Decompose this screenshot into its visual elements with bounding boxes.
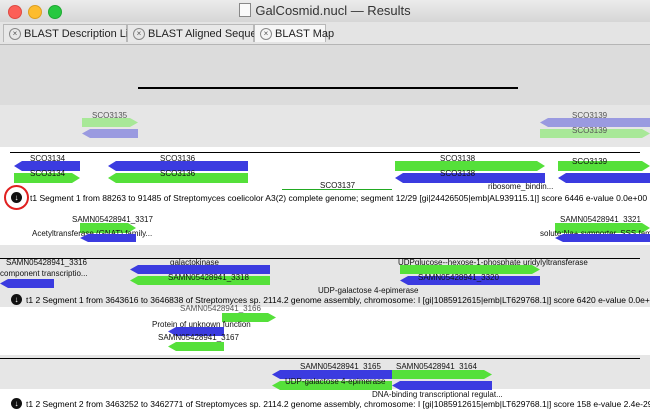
gene-label: SAMN05428941_3320: [418, 273, 499, 282]
gene-label: SCO3134: [30, 169, 66, 178]
window-title: GalCosmid.nucl — Results: [0, 3, 650, 18]
gene-arrow-forward[interactable]: [82, 118, 138, 127]
gene-arrow-reverse[interactable]: [392, 381, 492, 390]
close-tab-icon[interactable]: ×: [260, 28, 272, 40]
gene-arrow-reverse[interactable]: [82, 129, 138, 138]
document-icon: [239, 3, 252, 17]
gene-label: SCO3139: [572, 157, 608, 166]
gene-label: component transcriptio...: [0, 269, 88, 278]
tab-blast-description-list[interactable]: × BLAST Description List: [3, 24, 137, 42]
close-tab-icon[interactable]: ×: [9, 28, 21, 40]
gene-label: SCO3138: [440, 169, 476, 178]
gene-label: UDP-galactose 4-epimerase: [285, 377, 386, 386]
expand-hit-icon[interactable]: ↓: [11, 294, 22, 305]
tab-bar: × BLAST Description List × BLAST Aligned S…: [0, 22, 650, 45]
tab-blast-aligned-sequence[interactable]: × BLAST Aligned Sequence: [127, 24, 274, 42]
title-bar: GalCosmid.nucl — Results: [0, 0, 650, 23]
gene-label: SCO3136: [160, 169, 196, 178]
gene-label: UDP-galactose 4-epimerase: [318, 286, 419, 295]
gene-arrow-forward[interactable]: [392, 370, 492, 379]
hit-segment-label[interactable]: t1 2 Segment 2 from 3463252 to 3462771 o…: [26, 399, 650, 409]
gene-arrow-reverse[interactable]: [0, 279, 54, 288]
blast-map-canvas[interactable]: SCO3135 SCO3139 SCO3139 SCO3134 SCO3134 …: [0, 45, 650, 411]
expand-hit-icon[interactable]: ↓: [11, 192, 22, 203]
hit-segment-label[interactable]: t1 Segment 1 from 88263 to 91485 of Stre…: [30, 193, 647, 203]
overview-band: [0, 45, 650, 105]
gene-label: DNA-binding transcriptional regulat...: [372, 390, 503, 399]
query-overview-line: [138, 87, 518, 89]
gene-arrow-forward[interactable]: [168, 342, 224, 351]
gene-line: [282, 189, 392, 190]
query-sequence-line: [10, 152, 640, 153]
gene-label: SAMN05428941_3316: [6, 258, 87, 267]
gene-arrow-reverse[interactable]: [80, 234, 136, 242]
gene-label: SAMN05428941_3318: [168, 273, 249, 282]
gene-arrow-reverse[interactable]: [555, 234, 650, 242]
hit-segment-label[interactable]: t1 2 Segment 1 from 3643616 to 3646838 o…: [26, 295, 650, 305]
gene-label: SAMN05428941_3167: [158, 333, 239, 342]
hit-sequence-line: [0, 358, 640, 359]
gene-arrow-reverse[interactable]: [558, 173, 650, 183]
gene-label: SCO3139: [572, 126, 608, 135]
close-tab-icon[interactable]: ×: [133, 28, 145, 40]
gene-label: SAMN05428941_3166: [180, 304, 261, 313]
tab-blast-map[interactable]: × BLAST Map: [254, 24, 334, 42]
gene-label: ribosome_bindin...: [488, 182, 554, 191]
expand-hit-icon[interactable]: ↓: [11, 398, 22, 409]
